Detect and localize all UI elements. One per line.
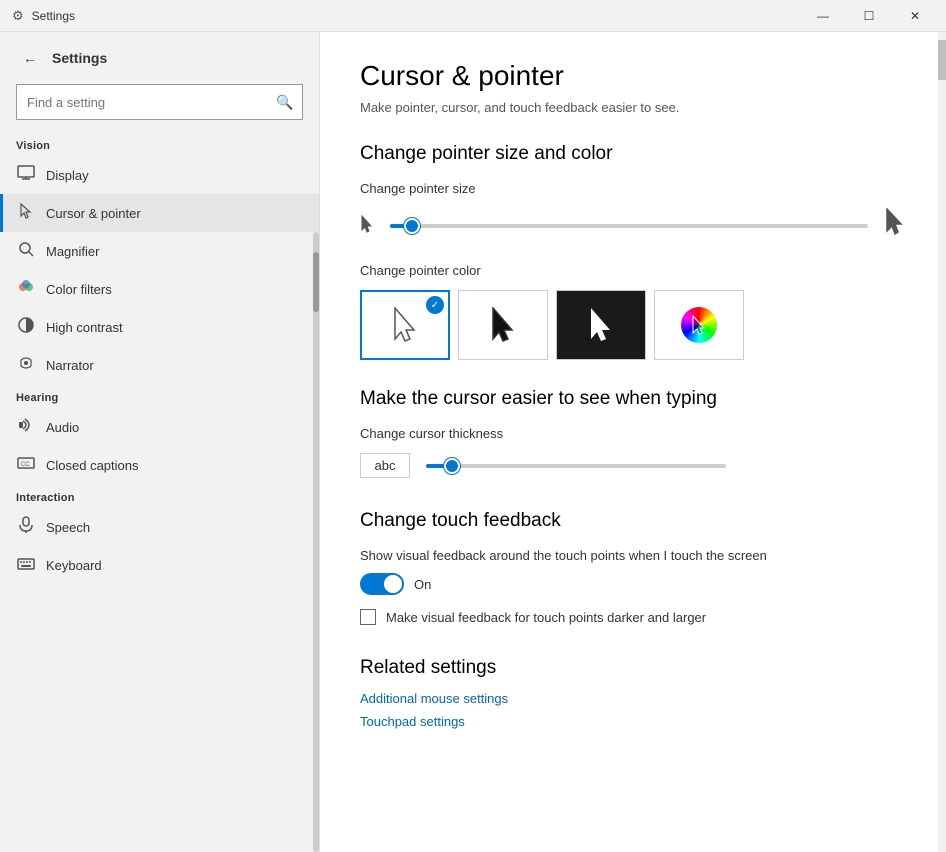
sidebar-label-narrator: Narrator [46,358,94,373]
link-mouse-settings[interactable]: Additional mouse settings [360,691,906,706]
touch-toggle[interactable] [360,573,404,595]
sidebar: ← Settings 🔍 Vision Display [0,32,320,852]
sidebar-nav-top: ← Settings [0,32,319,80]
main-scrollbar[interactable] [938,32,946,852]
cursor-large-icon [884,208,906,243]
search-icon: 🔍 [276,94,293,111]
color-selected-badge: ✓ [426,296,444,314]
sidebar-section-interaction: Interaction [0,484,319,508]
sidebar-app-title: Settings [52,50,107,66]
sidebar-section-hearing: Hearing [0,384,319,408]
search-input[interactable] [16,84,303,120]
sidebar-label-display: Display [46,168,89,183]
title-bar-title: Settings [32,9,75,23]
pointer-size-label: Change pointer size [360,181,906,196]
narrator-icon [16,354,36,376]
high-contrast-icon [16,316,36,338]
color-option-custom[interactable] [654,290,744,360]
title-bar: ⚙ Settings — ☐ ✕ [0,0,946,32]
cursor-thickness-label: Change cursor thickness [360,426,906,441]
section-title-pointer: Change pointer size and color [360,143,906,165]
search-box: 🔍 [16,84,303,120]
keyboard-icon [16,554,36,576]
touch-checkbox-row: Make visual feedback for touch points da… [360,609,906,625]
display-icon [16,164,36,186]
sidebar-section-vision: Vision [0,132,319,156]
sidebar-label-high-contrast: High contrast [46,320,123,335]
svg-text:CC: CC [21,462,30,468]
cursor-thickness-slider[interactable] [426,464,726,468]
title-bar-controls: — ☐ ✕ [800,0,938,32]
touch-feedback-label: Show visual feedback around the touch po… [360,548,906,563]
sidebar-scrollbar-thumb [313,252,319,312]
color-option-white[interactable]: ✓ [360,290,450,360]
main-content: Cursor & pointer Make pointer, cursor, a… [320,32,946,852]
cursor-pointer-icon [16,202,36,224]
color-option-black[interactable] [458,290,548,360]
sidebar-label-audio: Audio [46,420,79,435]
toggle-thumb [384,575,402,593]
cursor-small-icon [360,215,374,236]
speech-icon [16,516,36,538]
audio-icon [16,416,36,438]
related-settings-title: Related settings [360,657,906,679]
touch-checkbox-label: Make visual feedback for touch points da… [386,610,706,625]
pointer-color-label: Change pointer color [360,263,906,278]
pointer-color-options: ✓ [360,290,906,360]
color-option-inverted[interactable] [556,290,646,360]
sidebar-item-closed-captions[interactable]: CC Closed captions [0,446,319,484]
search-icon-button[interactable]: 🔍 [267,84,303,120]
sidebar-item-narrator[interactable]: Narrator [0,346,319,384]
touch-section-title: Change touch feedback [360,510,906,532]
back-button[interactable]: ← [16,44,44,72]
touch-checkbox[interactable] [360,609,376,625]
sidebar-item-magnifier[interactable]: Magnifier [0,232,319,270]
maximize-button[interactable]: ☐ [846,0,892,32]
toggle-label: On [414,577,431,592]
color-filters-icon [16,278,36,300]
sidebar-label-cursor-pointer: Cursor & pointer [46,206,141,221]
sidebar-label-keyboard: Keyboard [46,558,102,573]
close-button[interactable]: ✕ [892,0,938,32]
touch-toggle-row: On [360,573,906,595]
sidebar-item-high-contrast[interactable]: High contrast [0,308,319,346]
magnifier-icon [16,240,36,262]
sidebar-scrollbar[interactable] [313,232,319,852]
sidebar-label-magnifier: Magnifier [46,244,99,259]
sidebar-label-closed-captions: Closed captions [46,458,139,473]
sidebar-item-display[interactable]: Display [0,156,319,194]
sidebar-item-keyboard[interactable]: Keyboard [0,546,319,584]
cursor-thickness-thumb[interactable] [444,458,460,474]
pointer-size-slider-row [360,208,906,243]
sidebar-item-speech[interactable]: Speech [0,508,319,546]
page-subtitle: Make pointer, cursor, and touch feedback… [360,100,906,115]
page-title: Cursor & pointer [360,60,906,92]
cursor-thickness-row: abc [360,453,906,478]
cursor-preview-box: abc [360,453,410,478]
cursor-section-title: Make the cursor easier to see when typin… [360,388,906,410]
title-bar-left: ⚙ Settings [12,8,75,24]
sidebar-item-audio[interactable]: Audio [0,408,319,446]
pointer-size-slider-thumb[interactable] [404,218,420,234]
minimize-button[interactable]: — [800,0,846,32]
sidebar-item-color-filters[interactable]: Color filters [0,270,319,308]
main-scrollbar-thumb [938,40,946,80]
link-touchpad-settings[interactable]: Touchpad settings [360,714,906,729]
settings-app-icon: ⚙ [12,8,24,24]
sidebar-label-color-filters: Color filters [46,282,112,297]
sidebar-label-speech: Speech [46,520,90,535]
app-body: ← Settings 🔍 Vision Display [0,32,946,852]
pointer-size-slider[interactable] [390,224,868,228]
sidebar-item-cursor-pointer[interactable]: Cursor & pointer [0,194,319,232]
closed-captions-icon: CC [16,454,36,476]
